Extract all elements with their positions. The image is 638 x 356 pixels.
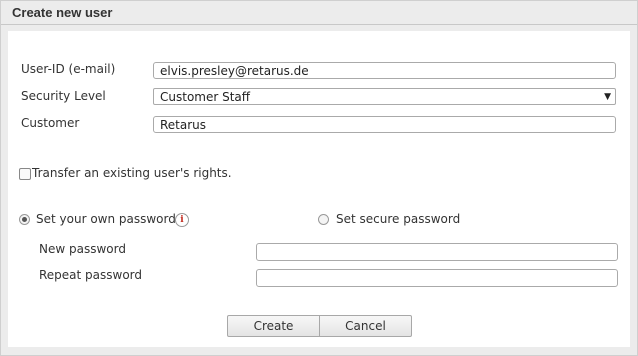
- dialog-titlebar: Create new user: [1, 1, 637, 25]
- transfer-rights-label[interactable]: Transfer an existing user's rights.: [32, 166, 232, 180]
- security-level-select[interactable]: Customer Staff ▼: [153, 88, 616, 105]
- button-group: Create Cancel: [227, 315, 412, 337]
- customer-value: Retarus: [160, 118, 207, 132]
- new-password-label: New password: [39, 242, 126, 256]
- cancel-button[interactable]: Cancel: [320, 316, 411, 336]
- user-id-value: elvis.presley@retarus.de: [160, 64, 309, 78]
- own-password-label[interactable]: Set your own password: [36, 212, 176, 226]
- customer-input[interactable]: Retarus: [153, 116, 616, 133]
- create-button[interactable]: Create: [228, 316, 320, 336]
- info-icon[interactable]: i: [175, 213, 189, 227]
- secure-password-radio[interactable]: [318, 214, 329, 225]
- transfer-rights-checkbox[interactable]: [19, 168, 31, 180]
- user-id-input[interactable]: elvis.presley@retarus.de: [153, 62, 616, 79]
- user-id-label: User-ID (e-mail): [21, 62, 116, 76]
- create-user-dialog: Create new user User-ID (e-mail) elvis.p…: [0, 0, 638, 356]
- security-level-label: Security Level: [21, 89, 106, 103]
- repeat-password-input[interactable]: [256, 269, 618, 287]
- repeat-password-label: Repeat password: [39, 268, 143, 282]
- own-password-radio[interactable]: [19, 214, 30, 225]
- security-level-value: Customer Staff: [160, 90, 251, 104]
- secure-password-label[interactable]: Set secure password: [336, 212, 460, 226]
- chevron-down-icon: ▼: [604, 92, 611, 102]
- customer-label: Customer: [21, 116, 80, 130]
- new-password-input[interactable]: [256, 243, 618, 261]
- dialog-title: Create new user: [12, 5, 113, 20]
- dialog-content: User-ID (e-mail) elvis.presley@retarus.d…: [8, 31, 630, 347]
